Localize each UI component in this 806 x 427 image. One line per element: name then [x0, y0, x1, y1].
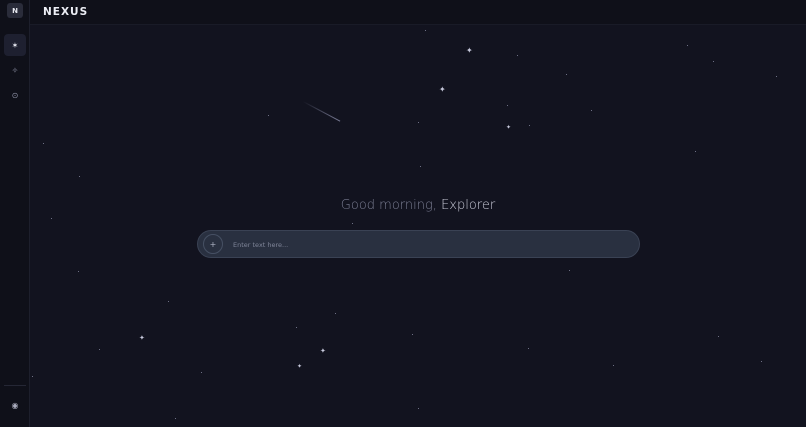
compass-icon: ⊙: [11, 90, 19, 100]
profile-button[interactable]: ◉: [4, 394, 26, 416]
add-button[interactable]: +: [203, 234, 223, 254]
plus-icon: +: [209, 239, 217, 249]
prompt-bar: +: [197, 230, 640, 258]
sidebar: N ✶ ✧ ⊙ ◉: [0, 0, 30, 427]
greeting-name: Explorer: [441, 198, 496, 213]
brand-title: NEXUS: [43, 6, 89, 18]
sparkle-icon: ✶: [11, 40, 19, 50]
top-header: NEXUS: [30, 0, 806, 25]
sidebar-item-settings[interactable]: ⊙: [4, 84, 26, 106]
logo-badge[interactable]: N: [7, 3, 23, 18]
greeting-prefix: Good morning,: [340, 198, 437, 213]
greeting: Good morning, Explorer: [30, 198, 806, 213]
sidebar-item-explore[interactable]: ✧: [4, 59, 26, 81]
profile-icon: ◉: [11, 400, 19, 410]
diamond-star-icon: ✧: [11, 65, 19, 75]
app-root: ✦ ✦ ✦ ✦ ✦ ✦ N ✶ ✧ ⊙ ◉ NEXUS Good morning…: [0, 0, 806, 427]
prompt-input[interactable]: [231, 237, 630, 253]
sidebar-item-home[interactable]: ✶: [4, 34, 26, 56]
sidebar-divider: [4, 385, 26, 386]
logo-letter: N: [12, 6, 18, 15]
